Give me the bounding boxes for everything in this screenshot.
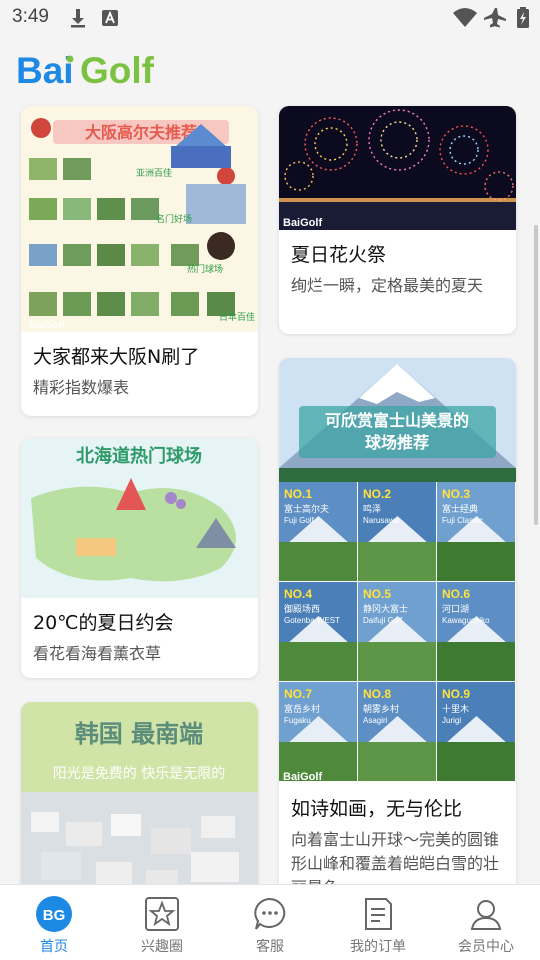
fuji-course-name-en: Kawaguchiko	[442, 616, 490, 625]
card-subtitle: 精彩指数爆表	[33, 378, 130, 397]
fuji-course-tile: NO.3 富士经典Fuji Classic	[437, 482, 515, 581]
fuji-course-tile: NO.8 朝雾乡村Asagiri	[358, 682, 436, 781]
card-title: 20℃的夏日约会	[33, 612, 174, 634]
battery-icon	[516, 7, 530, 33]
svg-text:Golf: Golf	[80, 50, 155, 90]
fuji-course-tile: NO.2 鸣泽Narusawa	[358, 482, 436, 581]
card-title: 大家都来大阪N刷了	[33, 346, 200, 368]
fuji-course-number: NO.9	[442, 687, 470, 701]
card-image-banner: 球场推荐	[365, 433, 429, 452]
nav-interest[interactable]: 兴趣圈	[108, 885, 216, 960]
fuji-course-number: NO.1	[284, 487, 312, 501]
card-image: 韩国 最南端 阳光是免费的 快乐是无限的	[21, 702, 258, 884]
card-image-banner: 可欣赏富士山美景的	[325, 411, 469, 430]
feed-card-hokkaido[interactable]: 北海道热门球场 20℃的夏日约会 看花看海看薰衣草	[21, 438, 258, 678]
fuji-course-name-cn: 十里木	[442, 703, 469, 715]
text-notification-icon	[100, 7, 120, 33]
fuji-course-number: NO.3	[442, 487, 470, 501]
card-image-tag: 日本百佳	[219, 311, 255, 323]
nav-service[interactable]: 客服	[216, 885, 324, 960]
status-bar: 3:49	[0, 0, 540, 36]
card-image-banner: 北海道热门球场	[76, 445, 202, 467]
feed-card-osaka[interactable]: 大阪高尔夫推荐 亚洲百佳 名门好场 热门球场 日本百佳 BaiGolf 大家都来…	[21, 106, 258, 416]
nav-label: 首页	[40, 939, 68, 955]
fuji-course-name-cn: 朝雾乡村	[363, 703, 399, 715]
order-icon	[359, 895, 397, 933]
card-image-tag: 热门球场	[187, 263, 223, 275]
nav-home[interactable]: BG 首页	[0, 885, 108, 960]
fuji-course-name-en: Gotenba WEST	[284, 616, 340, 625]
feed-card-korea[interactable]: 韩国 最南端 阳光是免费的 快乐是无限的	[21, 702, 258, 884]
fuji-course-tile: NO.9 十里木Jurigi	[437, 682, 515, 781]
card-image-watermark: BaiGolf	[283, 771, 322, 783]
fuji-course-number: NO.8	[363, 687, 391, 701]
nav-label: 兴趣圈	[141, 939, 183, 955]
card-title: 如诗如画，无与伦比	[291, 798, 463, 820]
svg-text:Bai: Bai	[16, 50, 74, 90]
star-icon	[143, 895, 181, 933]
fuji-course-name-en: Fuji Golf	[284, 516, 315, 525]
fuji-course-name-cn: 河口湖	[442, 603, 469, 615]
nav-label: 我的订单	[350, 939, 406, 955]
home-bg-icon: BG	[35, 895, 73, 933]
card-subtitle: 绚烂一瞬，定格最美的夏天	[291, 276, 484, 295]
fuji-course-tile: NO.7 富岳乡村Fugaku	[279, 682, 357, 781]
feed: 大阪高尔夫推荐 亚洲百佳 名门好场 热门球场 日本百佳 BaiGolf 大家都来…	[0, 100, 540, 884]
download-icon	[68, 7, 88, 33]
nav-member[interactable]: 会员中心	[432, 885, 540, 960]
svg-text:BG: BG	[43, 907, 66, 924]
fuji-course-name-cn: 御殿场西	[284, 603, 320, 615]
bottom-nav: BG 首页 兴趣圈 客服 我的订单 会员中心	[0, 884, 540, 960]
fuji-course-number: NO.2	[363, 487, 391, 501]
fuji-course-name-cn: 富岳乡村	[284, 703, 320, 715]
wifi-icon	[452, 7, 478, 33]
fuji-course-number: NO.5	[363, 587, 391, 601]
fuji-course-name-en: Narusawa	[363, 516, 400, 525]
fuji-course-tile: NO.4 御殿场西Gotenba WEST	[279, 582, 357, 681]
card-title: 夏日花火祭	[291, 244, 387, 266]
fuji-course-name-cn: 富士高尔夫	[284, 503, 329, 515]
nav-orders[interactable]: 我的订单	[324, 885, 432, 960]
fuji-course-name-cn: 鸣泽	[363, 503, 381, 515]
nav-label: 会员中心	[458, 939, 514, 955]
fuji-course-number: NO.4	[284, 587, 312, 601]
fuji-course-name-en: Daifuji Golf	[363, 616, 403, 625]
card-image-watermark: BaiGolf	[29, 320, 65, 331]
card-image: 大阪高尔夫推荐 亚洲百佳 名门好场 热门球场 日本百佳 BaiGolf	[21, 106, 258, 332]
card-image: 可欣赏富士山美景的 球场推荐 NO.1 富士高尔夫 Fuji Golf NO.2 鸣泽 N…	[279, 358, 516, 784]
fuji-course-name-cn: 静冈大富士	[363, 603, 408, 615]
feed-card-fireworks[interactable]: BaiGolf 夏日花火祭 绚烂一瞬，定格最美的夏天	[279, 106, 516, 334]
fuji-course-name-en: Fugaku	[284, 716, 311, 725]
card-subtitle: 向着富士山开球～完美的圆锥形山峰和覆盖着皑皑白雪的壮丽景色	[291, 830, 500, 884]
scrollbar[interactable]	[534, 225, 538, 525]
card-image-tag: 名门好场	[156, 213, 192, 225]
fuji-course-number: NO.7	[284, 687, 312, 701]
card-image: 北海道热门球场	[21, 438, 258, 598]
fuji-course-name-en: Jurigi	[442, 716, 461, 725]
card-subtitle: 看花看海看薰衣草	[33, 644, 162, 663]
fuji-course-name-en: Fuji Classic	[442, 516, 483, 525]
chat-icon	[251, 895, 289, 933]
card-image-watermark: BaiGolf	[283, 217, 322, 229]
fuji-course-name-cn: 富士经典	[442, 503, 478, 515]
status-time: 3:49	[12, 6, 49, 27]
feed-card-fuji[interactable]: 可欣赏富士山美景的 球场推荐 NO.1 富士高尔夫 Fuji Golf NO.2 鸣泽 N…	[279, 358, 516, 884]
fuji-course-tile: NO.6 河口湖Kawaguchiko	[437, 582, 515, 681]
fuji-course-name-en: Asagiri	[363, 716, 388, 725]
brand-logo: Bai Golf	[14, 50, 169, 90]
fuji-course-number: NO.6	[442, 587, 470, 601]
card-image-tagline: 阳光是免费的 快乐是无限的	[53, 766, 225, 782]
card-image-banner: 韩国 最南端	[75, 720, 203, 748]
card-image: BaiGolf	[279, 106, 516, 230]
user-icon	[467, 895, 505, 933]
nav-label: 客服	[256, 939, 284, 955]
airplane-icon	[484, 7, 508, 33]
card-image-tag: 亚洲百佳	[136, 167, 172, 179]
fuji-course-tile: NO.1 富士高尔夫Fuji Golf	[279, 482, 357, 581]
card-image-banner: 大阪高尔夫推荐	[85, 123, 197, 142]
fuji-course-tile: NO.5 静冈大富士Daifuji Golf	[358, 582, 436, 681]
